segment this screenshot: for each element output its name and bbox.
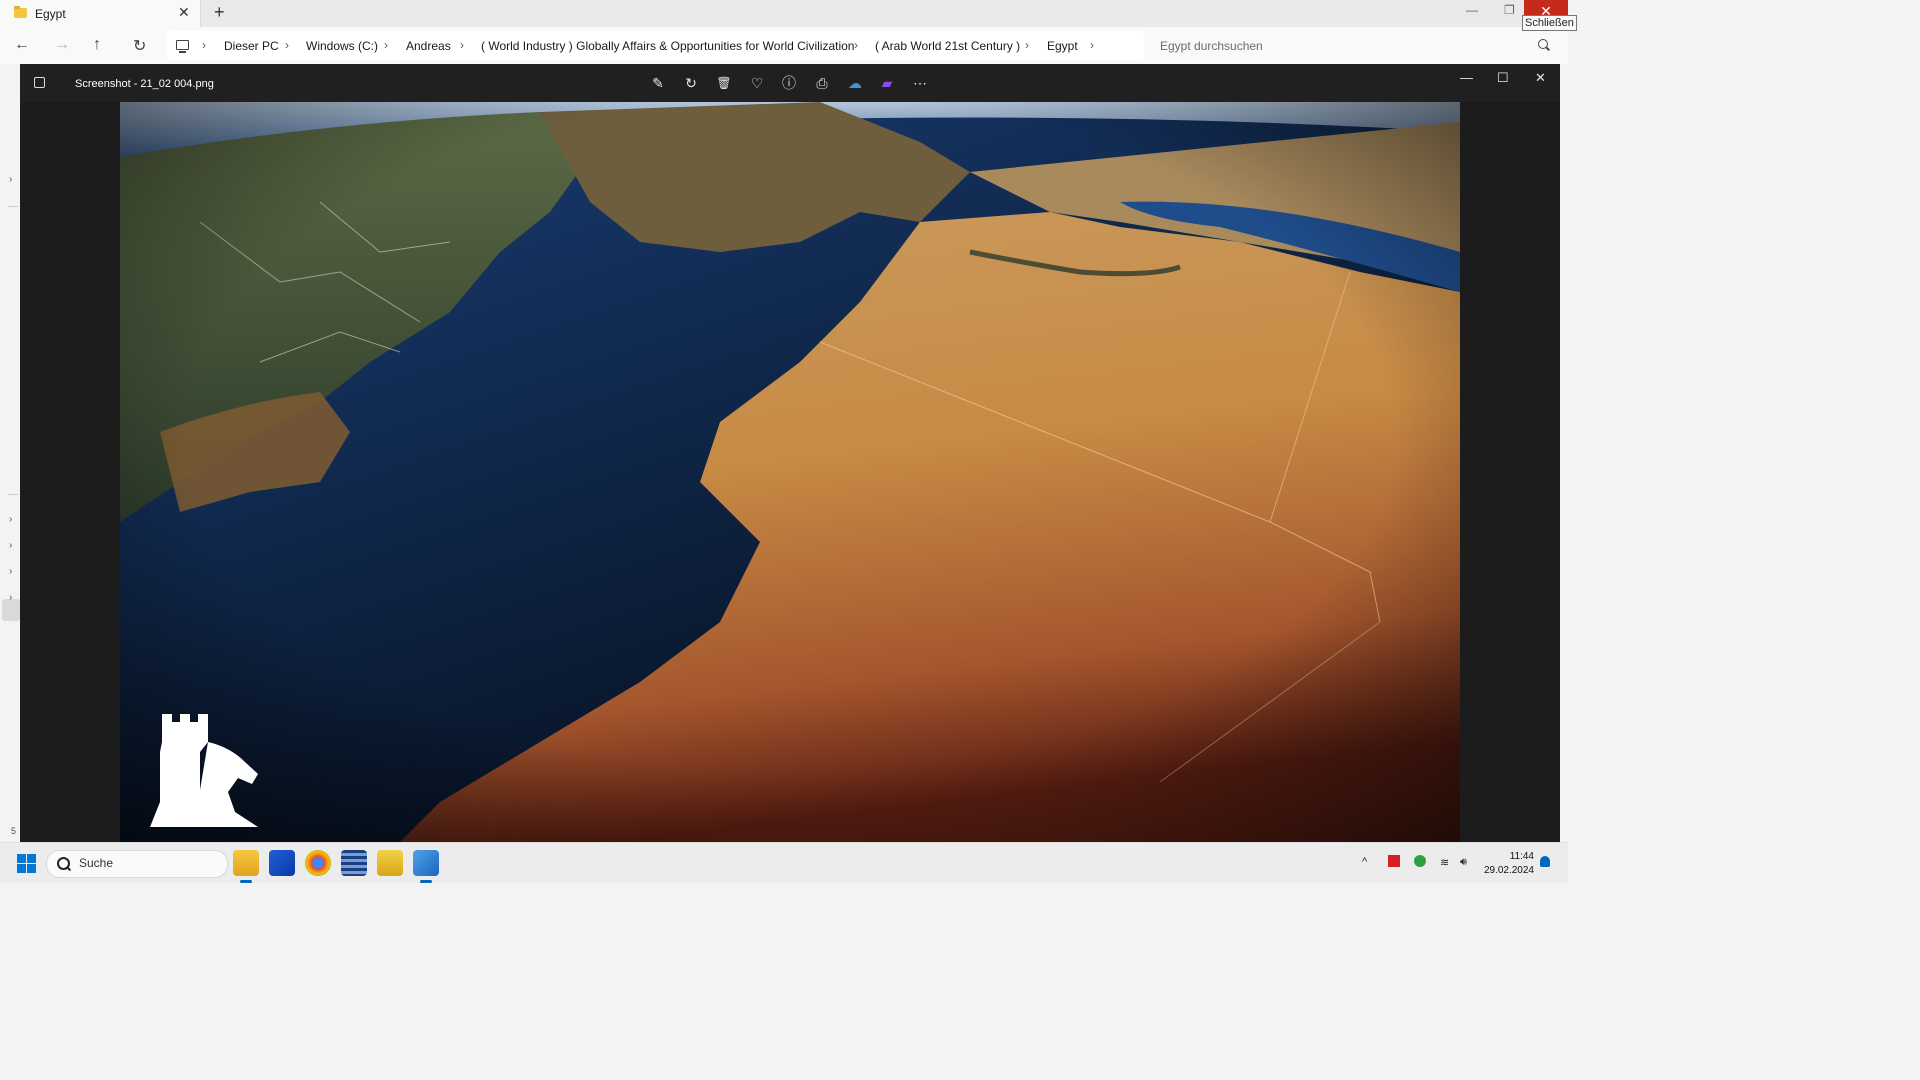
clock-time: 11:44 bbox=[1509, 851, 1534, 862]
photo-viewer-window: Screenshot - 21_02 004.png ✎ ↻ 🗑 ♡ ⓘ ⎙ ☁… bbox=[20, 64, 1560, 842]
this-pc-icon[interactable] bbox=[176, 40, 189, 53]
breadcrumb-item-world-industry[interactable]: ( World Industry ) Globally Affairs & Op… bbox=[481, 39, 854, 53]
restore-window-button[interactable]: ❐ bbox=[1504, 3, 1515, 17]
photos-app-icon[interactable] bbox=[413, 850, 439, 883]
viewer-close-button[interactable]: ✕ bbox=[1535, 70, 1546, 86]
delete-icon[interactable]: 🗑 bbox=[715, 74, 733, 92]
viewer-maximize-button[interactable]: ☐ bbox=[1497, 70, 1509, 86]
minimize-window-button[interactable]: — bbox=[1466, 3, 1478, 17]
taskbar-search-input[interactable] bbox=[77, 855, 221, 871]
tab-egypt[interactable]: Egypt ✕ bbox=[0, 0, 201, 27]
chevron-up-icon[interactable]: ^ bbox=[1362, 856, 1367, 868]
more-options-icon[interactable]: ⋯ bbox=[911, 74, 929, 92]
expand-chevron-icon[interactable]: › bbox=[9, 540, 12, 551]
edit-image-icon[interactable]: ✎ bbox=[649, 74, 667, 92]
microsoft-store-app-icon[interactable] bbox=[269, 850, 295, 876]
item-count: 5 bbox=[11, 826, 17, 836]
new-tab-button[interactable]: + bbox=[214, 2, 225, 23]
viewer-minimize-button[interactable]: — bbox=[1460, 70, 1473, 85]
displayed-image[interactable] bbox=[120, 102, 1460, 842]
navigation-pane: › › › › › 5 bbox=[0, 64, 20, 842]
media-player-app-icon[interactable] bbox=[377, 850, 403, 876]
notification-bell-icon[interactable] bbox=[1540, 856, 1550, 867]
print-icon[interactable]: ⎙ bbox=[813, 74, 831, 92]
divider bbox=[8, 206, 18, 207]
file-info-icon[interactable]: ⓘ bbox=[780, 74, 798, 92]
onedrive-icon[interactable]: ☁ bbox=[846, 74, 864, 92]
start-windows-icon[interactable] bbox=[17, 854, 36, 873]
adobe-tray-icon[interactable] bbox=[1388, 855, 1400, 867]
address-bar: ← → ↑ ↻ › Dieser PC › Windows (C:) › And… bbox=[0, 27, 1568, 64]
earth-satellite-view bbox=[120, 102, 1460, 842]
chevron-right-icon[interactable]: › bbox=[285, 38, 289, 52]
search-icon[interactable] bbox=[1538, 39, 1548, 49]
explorer-title-bar: Egypt ✕ + — ❐ ✕ Schließen bbox=[0, 0, 1577, 31]
clock-date: 29.02.2024 bbox=[1483, 865, 1534, 876]
expand-chevron-icon[interactable]: › bbox=[9, 514, 12, 525]
expand-chevron-icon[interactable]: › bbox=[9, 566, 12, 577]
breadcrumb-item-arab-world[interactable]: ( Arab World 21st Century ) bbox=[875, 39, 1020, 53]
search-input[interactable] bbox=[1150, 31, 1532, 60]
security-tray-icon[interactable] bbox=[1414, 855, 1426, 867]
chevron-right-icon[interactable]: › bbox=[460, 38, 464, 52]
chevron-right-icon[interactable]: › bbox=[1090, 38, 1094, 52]
volume-icon[interactable]: 🔊︎ bbox=[1460, 856, 1467, 869]
chevron-right-icon[interactable]: › bbox=[202, 38, 206, 52]
forward-arrow-icon[interactable]: → bbox=[54, 36, 70, 54]
refresh-icon[interactable]: ↻ bbox=[133, 36, 146, 56]
photo-viewer-title-bar: Screenshot - 21_02 004.png ✎ ↻ 🗑 ♡ ⓘ ⎙ ☁… bbox=[20, 64, 1560, 102]
chevron-right-icon[interactable]: › bbox=[854, 38, 858, 52]
clipchamp-icon[interactable]: ▰ bbox=[878, 74, 896, 92]
file-explorer-app-icon[interactable] bbox=[233, 850, 259, 883]
photos-app-icon bbox=[34, 77, 45, 88]
breadcrumb-item-andreas[interactable]: Andreas bbox=[406, 39, 451, 53]
image-file-name: Screenshot - 21_02 004.png bbox=[75, 78, 214, 90]
tab-label: Egypt bbox=[35, 7, 66, 21]
chevron-right-icon[interactable]: › bbox=[384, 38, 388, 52]
favorite-icon[interactable]: ♡ bbox=[748, 74, 766, 92]
chevron-right-icon[interactable]: › bbox=[1025, 38, 1029, 52]
breadcrumb-item-this-pc[interactable]: Dieser PC bbox=[224, 39, 279, 53]
expand-chevron-icon[interactable]: › bbox=[9, 592, 12, 603]
up-arrow-icon[interactable]: ↑ bbox=[93, 36, 101, 54]
rotate-icon[interactable]: ↻ bbox=[682, 74, 700, 92]
wifi-icon[interactable]: ≋ bbox=[1440, 856, 1449, 869]
breadcrumb-item-windows-c[interactable]: Windows (C:) bbox=[306, 39, 378, 53]
search-icon[interactable] bbox=[57, 857, 70, 870]
back-arrow-icon[interactable]: ← bbox=[14, 36, 30, 54]
divider bbox=[8, 494, 18, 495]
close-tab-icon[interactable]: ✕ bbox=[178, 4, 190, 21]
search-box[interactable] bbox=[1150, 31, 1560, 60]
taskbar-search[interactable] bbox=[46, 850, 228, 878]
chrome-app-icon[interactable] bbox=[305, 850, 331, 876]
notepad-app-icon[interactable] bbox=[341, 850, 367, 876]
system-clock[interactable]: 11:44 29.02.2024 bbox=[1478, 850, 1534, 878]
details-pane-edge bbox=[1560, 64, 1568, 842]
breadcrumb[interactable]: › Dieser PC › Windows (C:) › Andreas › (… bbox=[166, 31, 1144, 60]
taskbar: ^ ≋ 🔊︎ 11:44 29.02.2024 bbox=[0, 842, 1568, 883]
breadcrumb-item-egypt[interactable]: Egypt bbox=[1047, 39, 1078, 53]
close-tooltip: Schließen bbox=[1522, 15, 1577, 31]
expand-chevron-icon[interactable]: › bbox=[9, 174, 12, 185]
folder-icon bbox=[14, 6, 27, 18]
